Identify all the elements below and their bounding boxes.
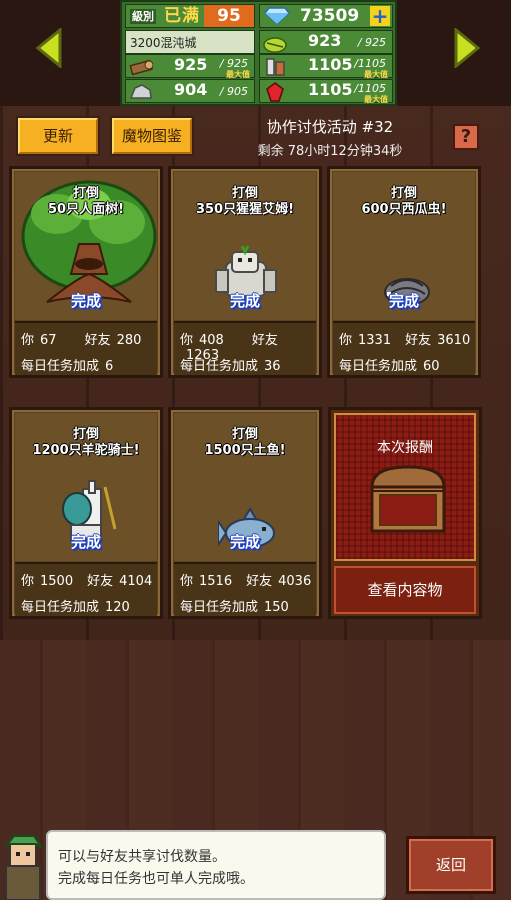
quest-art: 打倒 1200只羊驼骑士! 完成 xyxy=(15,413,157,561)
grass-icon xyxy=(263,37,287,53)
ruby-icon xyxy=(266,82,284,102)
friends-label: 好友 xyxy=(251,333,278,348)
you-label: 你 xyxy=(339,333,353,348)
level-number: 95 xyxy=(204,5,254,27)
quest-title-line1: 打倒 xyxy=(72,427,99,442)
resource-ruby: 1105 /1105 最大值 xyxy=(259,79,393,104)
friends-count: 3610 xyxy=(437,333,471,348)
friends-label: 好友 xyxy=(405,333,432,348)
daily-bonus-label: 每日任务加成 xyxy=(21,600,100,615)
friends-count: 280 xyxy=(116,333,142,348)
quest-title-line2: 1200只羊驼骑士! xyxy=(32,443,140,458)
quest-title-line1: 打倒 xyxy=(390,186,417,201)
you-count: 67 xyxy=(40,333,57,348)
back-button[interactable]: 返回 xyxy=(406,836,496,894)
town-name-field: 3200混沌城 xyxy=(125,30,255,54)
hint-line2: 完成每日任务也可单人完成哦。 xyxy=(58,871,254,887)
resource-grass: 923 / 925 xyxy=(259,30,393,54)
resource-gear: 1105 /1105 最大值 xyxy=(259,54,393,79)
daily-bonus-value: 36 xyxy=(264,359,281,374)
quest-title-line2: 1500只土鱼! xyxy=(204,443,286,458)
reward-title: 本次报酬 xyxy=(377,440,433,456)
stats-panel: 級別 已满 95 73509 + 3200混沌城 925 / 925 最大值 9… xyxy=(120,0,397,106)
quest-art: 打倒 1500只土鱼! 完成 xyxy=(174,413,316,561)
quest-card[interactable]: 打倒 1500只土鱼! 完成 你 1516 好友 4036 每日任务加成 150 xyxy=(168,407,322,619)
daily-bonus-value: 150 xyxy=(264,600,289,615)
quest-art: 打倒 50只人面树! 完成 xyxy=(15,172,157,320)
complete-badge: 完成 xyxy=(388,292,419,310)
quest-stats: 你 1516 好友 4036 每日任务加成 150 xyxy=(174,562,316,616)
treasure-chest-icon xyxy=(370,465,446,533)
view-contents-button[interactable]: 查看内容物 xyxy=(334,566,476,614)
quest-card[interactable]: 打倒 50只人面树! 完成 你 67 好友 280 每日任务加成 6 xyxy=(9,166,163,378)
quest-card[interactable]: 打倒 1200只羊驼骑士! 完成 你 1500 好友 4104 每日任务加成 120 xyxy=(9,407,163,619)
next-arrow-icon[interactable] xyxy=(452,28,482,68)
daily-bonus-label: 每日任务加成 xyxy=(180,359,259,374)
level-tag: 級別 xyxy=(130,9,156,24)
wood-icon xyxy=(129,59,153,76)
you-count: 1331 xyxy=(358,333,392,348)
friends-label: 好友 xyxy=(84,333,111,348)
event-remaining-time: 剩余 78小时12分钟34秒 xyxy=(257,144,403,159)
complete-badge: 完成 xyxy=(229,533,260,551)
advisor-avatar xyxy=(5,835,43,900)
quest-stats: 你 1331 好友 3610 每日任务加成 60 xyxy=(333,321,475,375)
you-label: 你 xyxy=(21,574,35,589)
stone-icon xyxy=(129,84,152,99)
resource-stone: 904 / 905 xyxy=(125,79,255,103)
event-title: 协作讨伐活动 #32 xyxy=(266,118,394,136)
daily-bonus-label: 每日任务加成 xyxy=(21,359,100,374)
friends-count: 4036 xyxy=(278,574,312,589)
you-count: 1500 xyxy=(40,574,74,589)
gem-display: 73509 + xyxy=(259,4,393,28)
quest-card[interactable]: 打倒 350只猩猩艾姆! 完成 你 408 好友1263 每日任务加成 36 xyxy=(168,166,322,378)
help-button[interactable]: ? xyxy=(453,124,479,150)
friends-label: 好友 xyxy=(87,574,114,589)
quest-art: 打倒 600只西瓜虫! 完成 xyxy=(333,172,475,320)
quest-stats: 你 408 好友1263 每日任务加成 36 xyxy=(174,321,316,375)
you-count: 1516 xyxy=(199,574,233,589)
hint-line1: 可以与好友共享讨伐数量。 xyxy=(58,849,226,865)
reward-card: 本次报酬 查看内容物 xyxy=(328,407,482,619)
level-display: 級別 已满 95 xyxy=(125,4,255,28)
gear-icon xyxy=(266,58,285,76)
quest-title-line2: 50只人面树! xyxy=(47,202,125,217)
prev-arrow-icon[interactable] xyxy=(34,28,64,68)
resource-wood: 925 / 925 最大值 xyxy=(125,54,255,79)
you-label: 你 xyxy=(180,333,194,348)
complete-badge: 完成 xyxy=(70,533,101,551)
quest-card[interactable]: 打倒 600只西瓜虫! 完成 你 1331 好友 3610 每日任务加成 60 xyxy=(327,166,481,378)
daily-bonus-label: 每日任务加成 xyxy=(180,600,259,615)
hint-dialog: 可以与好友共享讨伐数量。 完成每日任务也可单人完成哦。 xyxy=(46,830,386,900)
monster-book-button[interactable]: 魔物图鉴 xyxy=(112,118,192,154)
add-gems-icon[interactable]: + xyxy=(370,6,390,26)
quest-art: 打倒 350只猩猩艾姆! 完成 xyxy=(174,172,316,320)
quest-title-line2: 350只猩猩艾姆! xyxy=(195,202,295,217)
daily-bonus-value: 6 xyxy=(105,359,114,374)
friends-label: 好友 xyxy=(246,574,273,589)
quest-stats: 你 67 好友 280 每日任务加成 6 xyxy=(15,321,157,375)
quest-stats: 你 1500 好友 4104 每日任务加成 120 xyxy=(15,562,157,616)
friends-count: 4104 xyxy=(119,574,153,589)
refresh-button[interactable]: 更新 xyxy=(18,118,98,154)
you-label: 你 xyxy=(21,333,35,348)
quest-title-line1: 打倒 xyxy=(72,186,99,201)
diamond-icon xyxy=(264,7,290,25)
gem-count: 73509 xyxy=(300,6,360,26)
daily-bonus-value: 60 xyxy=(423,359,440,374)
quest-title-line2: 600只西瓜虫! xyxy=(361,202,447,217)
daily-bonus-value: 120 xyxy=(105,600,130,615)
quest-title-line1: 打倒 xyxy=(231,186,258,201)
reward-panel: 本次报酬 xyxy=(334,413,476,561)
level-name: 已满 xyxy=(164,6,200,26)
you-count: 408 xyxy=(199,333,224,348)
daily-bonus-label: 每日任务加成 xyxy=(339,359,418,374)
you-label: 你 xyxy=(180,574,194,589)
complete-badge: 完成 xyxy=(229,292,260,310)
quest-title-line1: 打倒 xyxy=(231,427,258,442)
complete-badge: 完成 xyxy=(70,292,101,310)
